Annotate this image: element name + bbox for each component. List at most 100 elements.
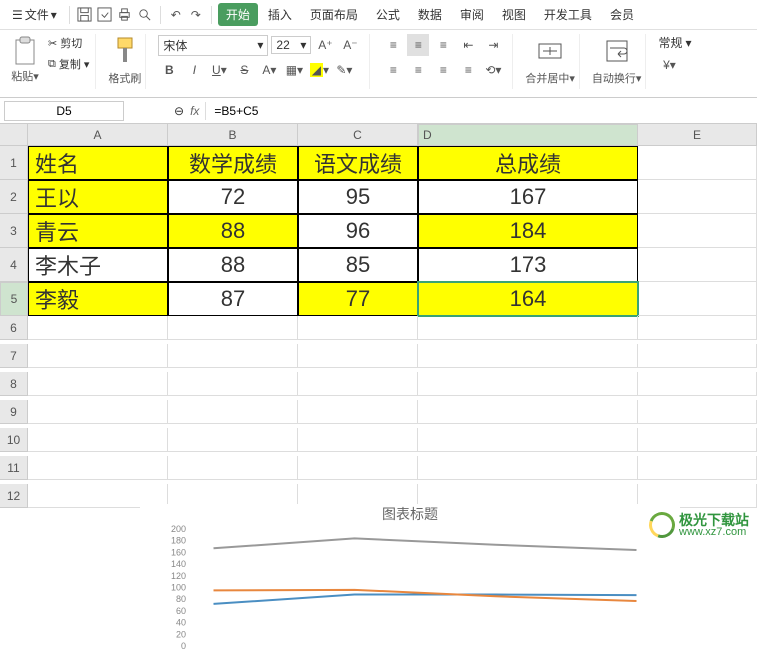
chart[interactable]: 图表标题 020406080100120140160180200 — [140, 504, 680, 664]
cell-A1[interactable]: 姓名 — [28, 146, 168, 180]
font-size-select[interactable]: 22▾ — [271, 36, 311, 54]
cell-C4[interactable]: 85 — [298, 248, 418, 282]
cell-B3[interactable]: 88 — [168, 214, 298, 248]
row-header-11[interactable]: 11 — [0, 456, 28, 480]
cell-E3[interactable] — [638, 214, 757, 248]
orientation-icon[interactable]: ⟲▾ — [482, 59, 504, 81]
cell-E2[interactable] — [638, 180, 757, 214]
row-header-5[interactable]: 5 — [0, 282, 28, 316]
italic-button[interactable]: I — [183, 59, 205, 81]
merge-icon[interactable] — [535, 34, 565, 68]
cell-A10[interactable] — [28, 428, 168, 452]
cell-D2[interactable]: 167 — [418, 180, 638, 214]
select-all-corner[interactable] — [0, 124, 28, 146]
wrap-icon[interactable] — [602, 34, 632, 68]
preview-icon[interactable] — [136, 6, 154, 24]
cell-B9[interactable] — [168, 400, 298, 424]
cell-D9[interactable] — [418, 400, 638, 424]
cell-B6[interactable] — [168, 316, 298, 340]
number-format-label[interactable]: 常规 — [658, 34, 682, 51]
cell-B10[interactable] — [168, 428, 298, 452]
cell-E5[interactable] — [638, 282, 757, 316]
bold-button[interactable]: B — [158, 59, 180, 81]
col-header-C[interactable]: C — [298, 124, 418, 146]
align-center-icon[interactable]: ≡ — [407, 59, 429, 81]
cell-C3[interactable]: 96 — [298, 214, 418, 248]
cut-button[interactable]: ✂剪切 — [46, 34, 91, 52]
cell-D7[interactable] — [418, 344, 638, 368]
print-icon[interactable] — [116, 6, 134, 24]
decrease-font-icon[interactable]: A⁻ — [339, 34, 361, 56]
borders-button[interactable]: ▦▾ — [283, 59, 305, 81]
cell-E10[interactable] — [638, 428, 757, 452]
cell-D3[interactable]: 184 — [418, 214, 638, 248]
justify-icon[interactable]: ≡ — [457, 59, 479, 81]
col-header-D[interactable]: D — [418, 124, 638, 146]
redo-icon[interactable]: ↷ — [187, 6, 205, 24]
tab-公式[interactable]: 公式 — [368, 3, 408, 26]
cell-B8[interactable] — [168, 372, 298, 396]
tab-审阅[interactable]: 审阅 — [452, 3, 492, 26]
cell-A6[interactable] — [28, 316, 168, 340]
cell-C8[interactable] — [298, 372, 418, 396]
cell-C1[interactable]: 语文成绩 — [298, 146, 418, 180]
cell-B11[interactable] — [168, 456, 298, 480]
cell-A9[interactable] — [28, 400, 168, 424]
save-icon[interactable] — [76, 6, 94, 24]
tab-页面布局[interactable]: 页面布局 — [302, 3, 366, 26]
formula-input[interactable] — [205, 102, 505, 120]
cell-D6[interactable] — [418, 316, 638, 340]
cell-E9[interactable] — [638, 400, 757, 424]
cell-E7[interactable] — [638, 344, 757, 368]
cell-A8[interactable] — [28, 372, 168, 396]
cell-D8[interactable] — [418, 372, 638, 396]
row-header-12[interactable]: 12 — [0, 484, 28, 508]
cell-B2[interactable]: 72 — [168, 180, 298, 214]
cell-E8[interactable] — [638, 372, 757, 396]
col-header-B[interactable]: B — [168, 124, 298, 146]
cell-B1[interactable]: 数学成绩 — [168, 146, 298, 180]
align-right-icon[interactable]: ≡ — [432, 59, 454, 81]
fx-icon[interactable]: fx — [190, 104, 199, 118]
cell-B5[interactable]: 87 — [168, 282, 298, 316]
cell-D4[interactable]: 173 — [418, 248, 638, 282]
copy-button[interactable]: ⧉复制▾ — [46, 55, 91, 73]
tab-插入[interactable]: 插入 — [260, 3, 300, 26]
cell-E4[interactable] — [638, 248, 757, 282]
undo-icon[interactable]: ↶ — [167, 6, 185, 24]
cell-A11[interactable] — [28, 456, 168, 480]
cell-B7[interactable] — [168, 344, 298, 368]
row-header-3[interactable]: 3 — [0, 214, 28, 248]
name-box[interactable] — [4, 101, 124, 121]
cell-A3[interactable]: 青云 — [28, 214, 168, 248]
row-header-6[interactable]: 6 — [0, 316, 28, 340]
align-top-icon[interactable]: ≡ — [382, 34, 404, 56]
font-name-select[interactable]: 宋体▾ — [158, 35, 268, 56]
tab-开发工具[interactable]: 开发工具 — [536, 3, 600, 26]
increase-font-icon[interactable]: A⁺ — [314, 34, 336, 56]
format-painter-icon[interactable] — [110, 34, 140, 68]
cell-C5[interactable]: 77 — [298, 282, 418, 316]
cell-A7[interactable] — [28, 344, 168, 368]
row-header-2[interactable]: 2 — [0, 180, 28, 214]
cell-E6[interactable] — [638, 316, 757, 340]
cell-C11[interactable] — [298, 456, 418, 480]
cell-D1[interactable]: 总成绩 — [418, 146, 638, 180]
row-header-4[interactable]: 4 — [0, 248, 28, 282]
tab-数据[interactable]: 数据 — [410, 3, 450, 26]
indent-left-icon[interactable]: ⇤ — [457, 34, 479, 56]
cell-D5[interactable]: 164 — [418, 282, 638, 316]
save-as-icon[interactable] — [96, 6, 114, 24]
align-middle-icon[interactable]: ≡ — [407, 34, 429, 56]
paste-icon[interactable] — [10, 34, 40, 68]
file-menu[interactable]: ☰ 文件 ▾ — [6, 4, 63, 25]
cell-C2[interactable]: 95 — [298, 180, 418, 214]
row-header-8[interactable]: 8 — [0, 372, 28, 396]
font-color-button[interactable]: A▾ — [258, 59, 280, 81]
clear-format-button[interactable]: ✎▾ — [333, 59, 355, 81]
align-left-icon[interactable]: ≡ — [382, 59, 404, 81]
col-header-A[interactable]: A — [28, 124, 168, 146]
row-header-9[interactable]: 9 — [0, 400, 28, 424]
cell-B4[interactable]: 88 — [168, 248, 298, 282]
cell-E11[interactable] — [638, 456, 757, 480]
